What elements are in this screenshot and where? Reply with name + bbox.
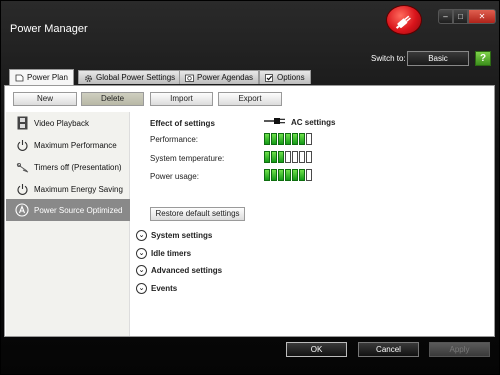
export-button[interactable]: Export [218, 92, 282, 106]
a-circle-icon [15, 203, 29, 217]
power-usage-meter [264, 169, 312, 181]
switch-to-label: Switch to: [371, 54, 406, 63]
maximize-button[interactable]: □ [453, 9, 468, 24]
tab-power-agendas[interactable]: Power Agendas [179, 70, 260, 84]
meter-segment [264, 133, 270, 145]
chevron-down-icon: ⌄ [136, 248, 147, 259]
plan-video-playback[interactable]: Video Playback [6, 112, 130, 134]
meter-segment [306, 151, 312, 163]
import-button[interactable]: Import [150, 92, 213, 106]
meter-segment [264, 169, 270, 181]
expander-label: Advanced settings [151, 266, 223, 275]
meter-segment [285, 133, 291, 145]
meter-segment [299, 133, 305, 145]
ac-settings-indicator: AC settings [264, 117, 335, 127]
tab-label: Options [277, 73, 305, 82]
plan-label: Maximum Energy Saving [34, 184, 123, 194]
gear-icon [84, 74, 93, 82]
meter-segment [264, 151, 270, 163]
expander-label: Events [151, 284, 178, 293]
tab-options[interactable]: Options [259, 70, 311, 84]
chevron-down-icon: ⌄ [136, 265, 147, 276]
checkbox-icon [265, 73, 274, 82]
metric-label-power-usage: Power usage: [150, 172, 199, 181]
meter-segment [306, 169, 312, 181]
document-icon [15, 74, 24, 82]
ac-settings-label: AC settings [291, 117, 336, 127]
meter-segment [278, 151, 284, 163]
meter-segment [285, 151, 291, 163]
switch-basic-button[interactable]: Basic [407, 51, 469, 66]
metric-label-system-temperature: System temperature: [150, 154, 225, 163]
chevron-down-icon: ⌄ [136, 230, 147, 241]
power-manager-window: Power Manager – □ ✕ Switch to: Basic ? P… [0, 0, 500, 375]
meter-segment [299, 151, 305, 163]
minimize-button[interactable]: – [438, 9, 453, 24]
plan-label: Power Source Optimized [34, 205, 123, 215]
meter-segment [299, 169, 305, 181]
plan-label: Maximum Performance [34, 140, 117, 150]
meter-segment [278, 169, 284, 181]
plan-maximum-energy-saving[interactable]: Maximum Energy Saving [6, 178, 130, 200]
expander-events[interactable]: ⌄ Events [136, 283, 177, 294]
tab-global-power-settings[interactable]: Global Power Settings [78, 70, 182, 84]
power-plan-list: Video Playback Maximum Performance Timer… [6, 112, 130, 336]
plan-timers-off-presentation[interactable]: Timers off (Presentation) [6, 156, 130, 178]
tab-power-plan[interactable]: Power Plan [9, 69, 74, 85]
expander-system-settings[interactable]: ⌄ System settings [136, 230, 212, 241]
plan-label: Video Playback [34, 118, 89, 128]
meter-segment [278, 133, 284, 145]
system-temperature-meter [264, 151, 312, 163]
restore-default-settings-button[interactable]: Restore default settings [150, 207, 245, 221]
new-button[interactable]: New [13, 92, 77, 106]
tab-label: Power Agendas [197, 73, 254, 82]
window-title: Power Manager [10, 23, 88, 35]
agenda-icon [185, 74, 194, 82]
plan-label: Timers off (Presentation) [34, 162, 122, 172]
tab-label: Power Plan [27, 73, 68, 82]
meter-segment [271, 151, 277, 163]
effect-of-settings-title: Effect of settings [150, 119, 215, 128]
performance-meter [264, 133, 312, 145]
cancel-button[interactable]: Cancel [358, 342, 419, 357]
tab-label: Global Power Settings [96, 73, 176, 82]
expander-advanced-settings[interactable]: ⌄ Advanced settings [136, 265, 222, 276]
meter-segment [285, 169, 291, 181]
expander-label: Idle timers [151, 249, 192, 258]
plug-icon [264, 117, 286, 127]
meter-segment [271, 169, 277, 181]
meter-segment [292, 133, 298, 145]
delete-button[interactable]: Delete [81, 92, 144, 106]
plan-power-source-optimized[interactable]: Power Source Optimized [6, 199, 130, 221]
chevron-down-icon: ⌄ [136, 283, 147, 294]
help-button[interactable]: ? [475, 51, 491, 66]
meter-segment [292, 169, 298, 181]
power-icon [15, 138, 29, 152]
expander-idle-timers[interactable]: ⌄ Idle timers [136, 248, 191, 259]
film-icon [15, 116, 29, 130]
meter-segment [292, 151, 298, 163]
ok-button[interactable]: OK [286, 342, 347, 357]
power-plug-logo-icon [386, 5, 422, 35]
expander-label: System settings [151, 231, 213, 240]
metric-label-performance: Performance: [150, 135, 199, 144]
apply-button[interactable]: Apply [429, 342, 490, 357]
plan-maximum-performance[interactable]: Maximum Performance [6, 134, 130, 156]
meter-segment [306, 133, 312, 145]
power-icon [15, 182, 29, 196]
meter-segment [271, 133, 277, 145]
close-button[interactable]: ✕ [468, 9, 496, 24]
presentation-icon [15, 160, 29, 174]
